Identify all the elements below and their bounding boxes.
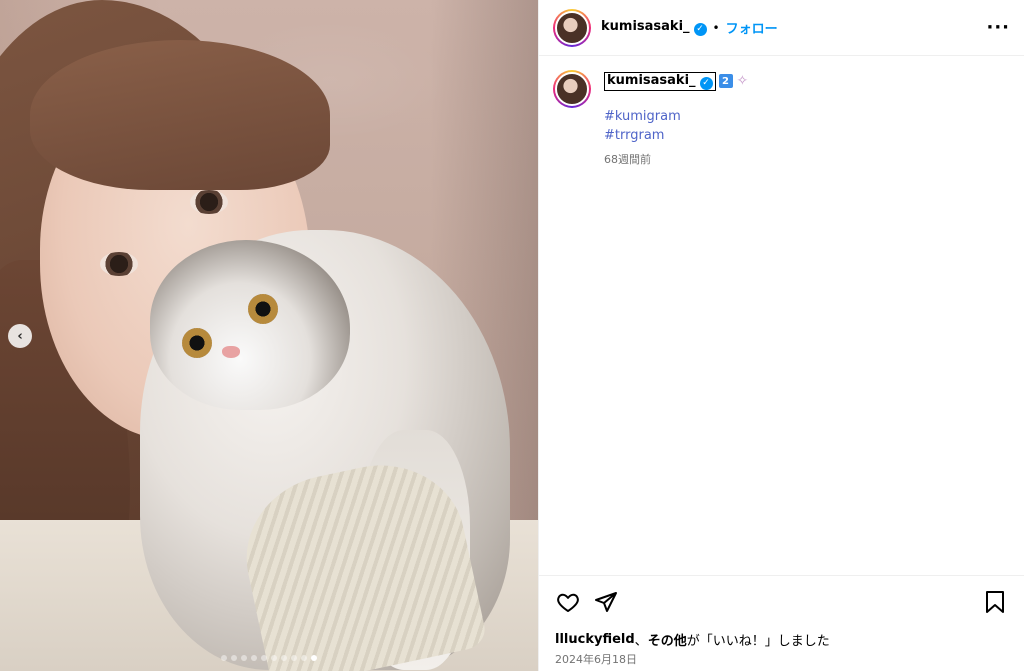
carousel-dot: [261, 655, 267, 661]
heart-icon[interactable]: [555, 589, 581, 615]
caption-username[interactable]: kumisasaki_ ✓: [604, 72, 716, 91]
post-viewer: ‹ kumisasaki_ ✓ • フォロー ··· kumisasaki_ ✓ 2…: [0, 0, 1024, 671]
likes-summary: llluckyfield、その他 が「いいね！」しました: [555, 630, 830, 649]
carousel-dot: [221, 655, 227, 661]
paper-plane-icon[interactable]: [593, 589, 619, 615]
verified-badge-icon: ✓: [699, 76, 713, 90]
hashtag-link[interactable]: #trrgram: [604, 128, 748, 143]
number-2-emoji: 2: [718, 74, 733, 89]
magic-wand-icon: ✧: [736, 73, 749, 90]
hashtag-link[interactable]: #kumigram: [604, 109, 748, 124]
carousel-dot: [311, 655, 317, 661]
header-username[interactable]: kumisasaki_ ✓: [601, 19, 707, 36]
post-date: 2024年6月18日: [555, 653, 637, 666]
follow-button[interactable]: フォロー: [726, 18, 778, 37]
more-horizontal-icon[interactable]: ···: [986, 17, 1010, 38]
liker-username[interactable]: llluckyfield: [555, 632, 635, 647]
carousel-dots: [0, 655, 538, 661]
carousel-dot: [301, 655, 307, 661]
carousel-dot: [291, 655, 297, 661]
caption-avatar[interactable]: [553, 70, 591, 108]
carousel-dot: [241, 655, 247, 661]
verified-badge-icon: ✓: [693, 22, 707, 36]
post-header: kumisasaki_ ✓ • フォロー ···: [539, 0, 1024, 56]
carousel-prev-button[interactable]: ‹: [8, 324, 32, 348]
others-link[interactable]: その他: [648, 630, 687, 649]
chevron-left-icon: ‹: [17, 328, 23, 344]
post-time-ago: 68週間前: [604, 152, 651, 166]
bookmark-icon[interactable]: [982, 589, 1008, 615]
header-separator: •: [712, 20, 720, 35]
carousel-dot: [281, 655, 287, 661]
carousel-dot: [231, 655, 237, 661]
post-photo[interactable]: ‹: [0, 0, 538, 671]
carousel-dot: [271, 655, 277, 661]
post-caption: kumisasaki_ ✓ 2 ✧ #kumigram #trrgram 68週間…: [539, 56, 1024, 575]
avatar[interactable]: [553, 8, 591, 47]
carousel-dot: [251, 655, 257, 661]
post-side-panel: kumisasaki_ ✓ • フォロー ··· kumisasaki_ ✓ 2 ✧…: [538, 0, 1024, 671]
post-actions: [539, 575, 1024, 627]
